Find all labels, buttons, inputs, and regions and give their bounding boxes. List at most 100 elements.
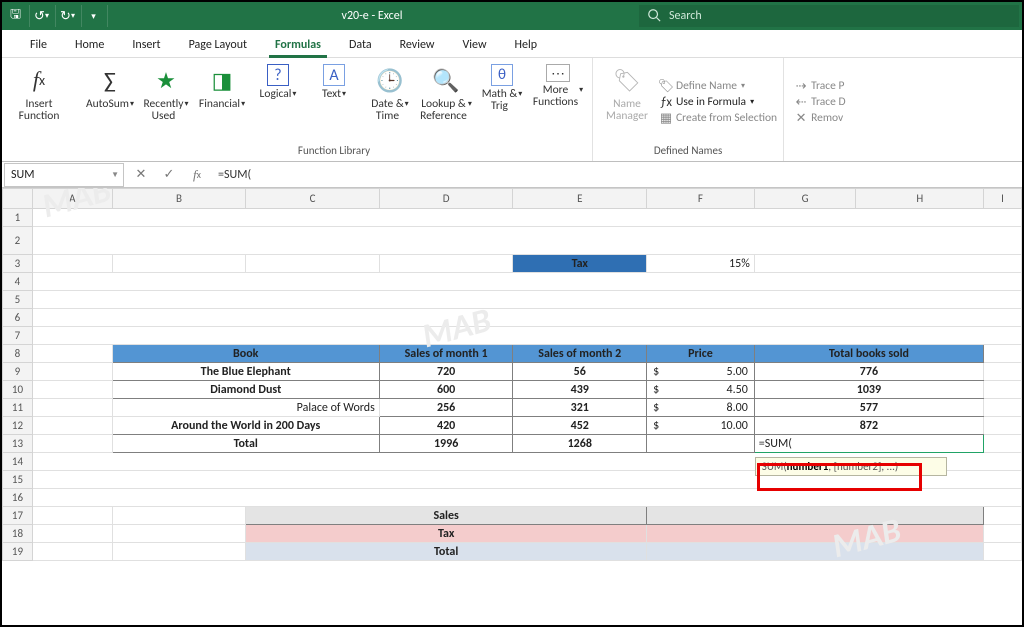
tab-data[interactable]: Data [335,32,386,57]
formula-input[interactable]: =SUM( [208,163,1022,187]
row-header[interactable]: 4 [3,273,33,291]
lookup-button[interactable]: 🔍Lookup & Reference▾ [418,62,474,142]
tab-home[interactable]: Home [61,32,118,57]
cell-price[interactable]: $8.00 [647,399,755,417]
row-header[interactable]: 5 [3,291,33,309]
col-header[interactable]: D [379,189,513,209]
row-header[interactable]: 10 [3,381,33,399]
row-header[interactable]: 12 [3,417,33,435]
recently-used-button[interactable]: ★Recently Used▾ [138,62,194,142]
col-header[interactable]: E [513,189,647,209]
col-header[interactable]: A [32,189,112,209]
logical-button[interactable]: ?Logical▾ [250,62,306,142]
col-header[interactable]: F [647,189,755,209]
cell-s2[interactable]: 321 [513,399,647,417]
tab-page-layout[interactable]: Page Layout [175,32,261,57]
search-input[interactable]: Search [639,5,1019,27]
col-header[interactable]: I [984,189,1022,209]
cell-total-s2[interactable]: 1268 [513,435,647,453]
row-header[interactable]: 3 [3,255,33,273]
row-header[interactable]: 15 [3,471,33,489]
sales-label[interactable]: Sales [246,507,647,525]
select-all-corner[interactable] [3,189,33,209]
tab-help[interactable]: Help [501,32,552,57]
tab-review[interactable]: Review [386,32,449,57]
spreadsheet[interactable]: A B C D E F G H I 1 2 3 Tax 15% 4 5 6 7 … [2,188,1022,561]
tax-value-cell[interactable]: 15% [647,255,755,273]
row-header[interactable]: 8 [3,345,33,363]
autosum-button[interactable]: ∑AutoSum▾ [82,62,138,142]
tab-view[interactable]: View [448,32,500,57]
tab-file[interactable]: File [16,32,61,57]
name-box[interactable]: SUM▼ [4,163,124,187]
row-header[interactable]: 7 [3,327,33,345]
fx-button[interactable]: fx [186,164,208,186]
more-functions-button[interactable]: ⋯More Functions▾ [530,62,586,142]
row-header[interactable]: 9 [3,363,33,381]
sales-value[interactable] [647,507,984,525]
cell-price[interactable]: $10.00 [647,417,755,435]
row-header[interactable]: 13 [3,435,33,453]
cell-book[interactable]: Palace of Words [112,399,379,417]
row-header[interactable]: 14 [3,453,33,471]
tax-label-cell[interactable]: Tax [513,255,647,273]
header-total[interactable]: Total books sold [754,345,983,363]
cell-s1[interactable]: 256 [379,399,513,417]
enter-formula-button[interactable]: ✓ [158,164,180,186]
tab-formulas[interactable]: Formulas [261,32,335,57]
date-time-button[interactable]: 🕒Date & Time▾ [362,62,418,142]
header-sales1[interactable]: Sales of month 1 [379,345,513,363]
financial-button[interactable]: ◨Financial▾ [194,62,250,142]
row-header[interactable]: 19 [3,543,33,561]
cell-total[interactable]: 1039 [754,381,983,399]
cell-book[interactable]: The Blue Elephant [112,363,379,381]
chevron-down-icon[interactable]: ▼ [111,170,119,180]
undo-icon[interactable]: ↺▾ [32,5,56,27]
text-button[interactable]: AText▾ [306,62,362,142]
insert-function-button[interactable]: fx Insert Function [8,62,70,142]
save-icon[interactable]: 🖫 [6,5,30,27]
total-row-value[interactable] [647,543,984,561]
cell-total[interactable]: 577 [754,399,983,417]
row-header[interactable]: 11 [3,399,33,417]
row-header[interactable]: 16 [3,489,33,507]
cell-total-s1[interactable]: 1996 [379,435,513,453]
row-header[interactable]: 2 [3,227,33,255]
cell-total-label[interactable]: Total [112,435,379,453]
cell-s2[interactable]: 56 [513,363,647,381]
cell-s2[interactable]: 439 [513,381,647,399]
col-header[interactable]: H [856,189,984,209]
cell-empty[interactable] [647,435,755,453]
tab-insert[interactable]: Insert [118,32,174,57]
remove-arrows-button: ✕Remov [794,111,845,125]
tax-row-value[interactable] [647,525,984,543]
cell-s1[interactable]: 720 [379,363,513,381]
total-row-label[interactable]: Total [246,543,647,561]
use-in-formula-button[interactable]: ƒxUse in Formula ▾ [659,95,777,109]
cell-s1[interactable]: 600 [379,381,513,399]
tax-row-label[interactable]: Tax [246,525,647,543]
header-sales2[interactable]: Sales of month 2 [513,345,647,363]
col-header[interactable]: G [754,189,856,209]
cell-s1[interactable]: 420 [379,417,513,435]
qat-more-icon[interactable]: ▾ [84,5,108,27]
cell-total[interactable]: 776 [754,363,983,381]
redo-icon[interactable]: ↻▾ [58,5,82,27]
math-button[interactable]: θMath & Trig▾ [474,62,530,142]
col-header[interactable]: B [112,189,246,209]
row-header[interactable]: 6 [3,309,33,327]
cell-price[interactable]: $4.50 [647,381,755,399]
header-book[interactable]: Book [112,345,379,363]
cancel-formula-button[interactable]: ✕ [130,164,152,186]
cell-price[interactable]: $5.00 [647,363,755,381]
cell-book[interactable]: Diamond Dust [112,381,379,399]
col-header[interactable]: C [246,189,380,209]
row-header[interactable]: 17 [3,507,33,525]
row-header[interactable]: 18 [3,525,33,543]
cell-book[interactable]: Around the World in 200 Days [112,417,379,435]
editing-cell[interactable]: =SUM( SUM(number1, [number2], ...) [754,435,983,453]
row-header[interactable]: 1 [3,209,33,227]
cell-s2[interactable]: 452 [513,417,647,435]
cell-total[interactable]: 872 [754,417,983,435]
header-price[interactable]: Price [647,345,755,363]
